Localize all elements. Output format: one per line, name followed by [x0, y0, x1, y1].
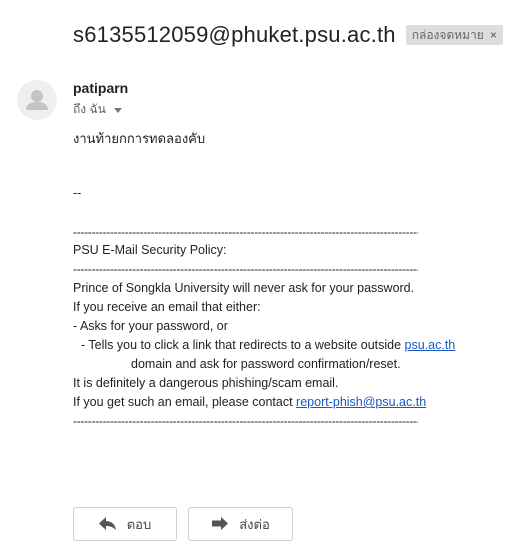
policy-rule-middle: ----------------------------------------… [73, 262, 418, 276]
email-body-text: งานท้ายกการทดลองคับ [73, 131, 206, 146]
policy-rule-bottom: ----------------------------------------… [73, 414, 418, 428]
reply-button[interactable]: ตอบ [73, 507, 177, 541]
email-subject-row: s6135512059@phuket.psu.ac.th กล่องจดหมาย… [73, 22, 503, 48]
psu-domain-link[interactable]: psu.ac.th [405, 338, 456, 352]
policy-line-4-text: - Tells you to click a link that redirec… [81, 338, 405, 352]
policy-line-7: If you get such an email, please contact… [73, 395, 426, 409]
signature-separator: -- [73, 186, 82, 200]
reply-arrow-icon [98, 517, 116, 530]
recipient-row[interactable]: ถึง ฉัน [73, 100, 122, 119]
policy-line-6: It is definitely a dangerous phishing/sc… [73, 376, 339, 390]
email-subject: s6135512059@phuket.psu.ac.th [73, 22, 396, 47]
person-icon [26, 90, 48, 110]
policy-line-4: - Tells you to click a link that redirec… [81, 338, 455, 352]
forward-label: ส่งต่อ [239, 516, 270, 532]
chevron-down-icon[interactable] [113, 107, 122, 113]
forward-arrow-icon [212, 517, 229, 530]
policy-line-3: - Asks for your password, or [73, 319, 228, 333]
policy-title: PSU E-Mail Security Policy: [73, 243, 227, 257]
inbox-label-text: กล่องจดหมาย [411, 27, 484, 42]
forward-button[interactable]: ส่งต่อ [188, 507, 293, 541]
sender-avatar [17, 80, 57, 120]
policy-line-1: Prince of Songkla University will never … [73, 281, 415, 295]
inbox-label-chip[interactable]: กล่องจดหมาย × [405, 25, 503, 45]
reply-label: ตอบ [126, 516, 152, 532]
report-phish-email-link[interactable]: report-phish@psu.ac.th [296, 395, 426, 409]
policy-rule-top: ----------------------------------------… [73, 225, 418, 239]
recipient-text: ถึง ฉัน [73, 102, 106, 116]
remove-label-icon[interactable]: × [490, 28, 497, 42]
policy-line-5: domain and ask for password confirmation… [131, 357, 401, 371]
policy-line-2: If you receive an email that either: [73, 300, 261, 314]
policy-line-7-text: If you get such an email, please contact [73, 395, 297, 409]
sender-name: patiparn [73, 80, 129, 96]
